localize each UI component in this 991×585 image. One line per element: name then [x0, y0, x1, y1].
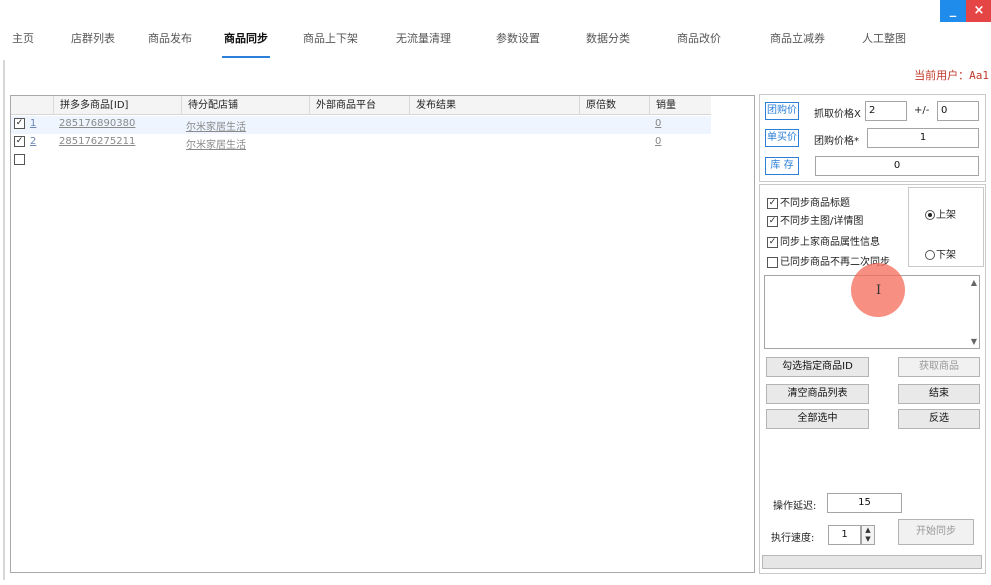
- clear-list-button[interactable]: 清空商品列表: [766, 384, 869, 404]
- checkbox-mark: ✓: [767, 236, 778, 248]
- row-product-id[interactable]: 285176890380: [59, 118, 135, 129]
- row-product-id[interactable]: 285176275211: [59, 136, 135, 147]
- sync-attributes-label: 同步上家商品属性信息: [780, 237, 880, 248]
- row-index[interactable]: 2: [30, 136, 36, 147]
- stock-tag[interactable]: 库 存: [765, 157, 799, 175]
- tab-manual-image[interactable]: 人工整图: [862, 30, 906, 46]
- column-header-product-id[interactable]: 拼多多商品[ID]: [53, 96, 181, 115]
- progress-bar: [762, 555, 982, 569]
- shelf-off-label: 下架: [936, 250, 956, 261]
- column-header-multiple[interactable]: 原倍数: [579, 96, 649, 115]
- plus-minus-label: +/-: [914, 105, 930, 116]
- spin-up-icon[interactable]: ▲: [862, 526, 874, 535]
- checkbox-mark: ✓: [767, 197, 778, 209]
- current-user-label: 当前用户：: [914, 69, 970, 82]
- scroll-down-icon[interactable]: ▼: [971, 337, 977, 346]
- active-tab-indicator: [222, 56, 270, 58]
- tab-params[interactable]: 参数设置: [496, 30, 540, 46]
- tab-product-sync[interactable]: 商品同步: [224, 30, 268, 46]
- tab-shop-list[interactable]: 店群列表: [71, 30, 115, 46]
- no-sync-images-label: 不同步主图/详情图: [780, 216, 864, 227]
- select-specified-button[interactable]: 勾选指定商品ID: [766, 357, 869, 377]
- tab-no-traffic-cleanup[interactable]: 无流量清理: [396, 30, 451, 46]
- sync-attributes-checkbox[interactable]: ✓ 同步上家商品属性信息: [767, 233, 880, 248]
- checkbox-mark: [767, 256, 778, 268]
- group-price-input[interactable]: 1: [867, 128, 979, 148]
- text-cursor-icon: I: [876, 283, 882, 298]
- group-price-tag[interactable]: 团购价: [765, 102, 799, 120]
- no-sync-images-checkbox[interactable]: ✓ 不同步主图/详情图: [767, 212, 863, 227]
- no-sync-title-checkbox[interactable]: ✓ 不同步商品标题: [767, 194, 850, 209]
- row-checkbox[interactable]: ✓: [14, 136, 25, 147]
- get-products-button[interactable]: 获取商品: [898, 357, 980, 377]
- column-header-result[interactable]: 发布结果: [409, 96, 579, 115]
- close-button[interactable]: ×: [966, 0, 991, 22]
- fetch-price-label: 抓取价格X: [814, 109, 861, 120]
- plus-minus-input[interactable]: 0: [937, 101, 979, 121]
- single-price-tag[interactable]: 单买价: [765, 129, 799, 147]
- no-sync-title-label: 不同步商品标题: [780, 198, 850, 209]
- table-row[interactable]: [11, 152, 711, 170]
- shelf-off-radio[interactable]: 下架: [925, 246, 956, 261]
- table-row[interactable]: ✓ 1 285176890380 尔米家居生活 0: [11, 116, 711, 134]
- tab-price-change[interactable]: 商品改价: [677, 30, 721, 46]
- tab-product-publish[interactable]: 商品发布: [148, 30, 192, 46]
- column-header-sales[interactable]: 销量: [649, 96, 691, 115]
- column-header-platform[interactable]: 外部商品平台: [309, 96, 409, 115]
- group-price-label: 团购价格*: [814, 136, 859, 147]
- minimize-button[interactable]: _: [940, 0, 966, 22]
- row-sales[interactable]: 0: [655, 136, 661, 147]
- invert-selection-button[interactable]: 反选: [898, 409, 980, 429]
- main-tabs: 主页 店群列表 商品发布 商品同步 商品上下架 无流量清理 参数设置 数据分类 …: [0, 24, 991, 58]
- delay-input[interactable]: 15: [827, 493, 902, 513]
- product-grid[interactable]: 拼多多商品[ID] 待分配店铺 外部商品平台 发布结果 原倍数 销量 ✓ 1 2…: [10, 95, 755, 573]
- radio-dot: [925, 250, 935, 260]
- scroll-up-icon[interactable]: ▲: [971, 278, 977, 287]
- checkbox-mark: ✓: [767, 215, 778, 227]
- speed-label: 执行速度:: [771, 533, 815, 544]
- fetch-price-input[interactable]: 2: [865, 101, 907, 121]
- row-checkbox[interactable]: ✓: [14, 118, 25, 129]
- row-sales[interactable]: 0: [655, 118, 661, 129]
- left-border: [3, 60, 5, 580]
- speed-spinner[interactable]: ▲ ▼: [861, 525, 875, 545]
- table-row[interactable]: ✓ 2 285176275211 尔米家居生活 0: [11, 134, 711, 152]
- current-user-value: Aa1: [969, 69, 989, 82]
- tab-shelf[interactable]: 商品上下架: [303, 30, 358, 46]
- select-all-button[interactable]: 全部选中: [766, 409, 869, 429]
- row-shop[interactable]: 尔米家居生活: [186, 136, 246, 151]
- shelf-on-label: 上架: [936, 210, 956, 221]
- app-window: _ × 主页 店群列表 商品发布 商品同步 商品上下架 无流量清理 参数设置 数…: [0, 0, 991, 585]
- radio-dot: [925, 210, 935, 220]
- sync-options-panel: ✓ 不同步商品标题 ✓ 不同步主图/详情图 ✓ 同步上家商品属性信息 已同步商品不再二…: [759, 184, 986, 574]
- row-index[interactable]: 1: [30, 118, 36, 129]
- column-header-shop[interactable]: 待分配店铺: [181, 96, 309, 115]
- start-sync-button[interactable]: 开始同步: [898, 519, 974, 545]
- shelf-on-radio[interactable]: 上架: [925, 206, 956, 221]
- row-checkbox[interactable]: [14, 154, 25, 165]
- tab-coupon[interactable]: 商品立减券: [770, 30, 825, 46]
- grid-header: 拼多多商品[ID] 待分配店铺 外部商品平台 发布结果 原倍数 销量: [11, 96, 711, 115]
- current-user: 当前用户：Aa1: [914, 67, 989, 83]
- spin-down-icon[interactable]: ▼: [862, 535, 874, 544]
- price-panel: 团购价 抓取价格X 2 +/- 0 单买价 团购价格* 1 库 存 0: [759, 94, 986, 182]
- speed-input[interactable]: 1: [828, 525, 861, 545]
- tab-data-category[interactable]: 数据分类: [586, 30, 630, 46]
- delay-label: 操作延迟:: [773, 501, 817, 512]
- end-button[interactable]: 结束: [898, 384, 980, 404]
- tab-home[interactable]: 主页: [12, 30, 34, 46]
- shelf-radio-group: 上架 下架: [908, 187, 984, 267]
- row-shop[interactable]: 尔米家居生活: [186, 118, 246, 133]
- stock-input[interactable]: 0: [815, 156, 979, 176]
